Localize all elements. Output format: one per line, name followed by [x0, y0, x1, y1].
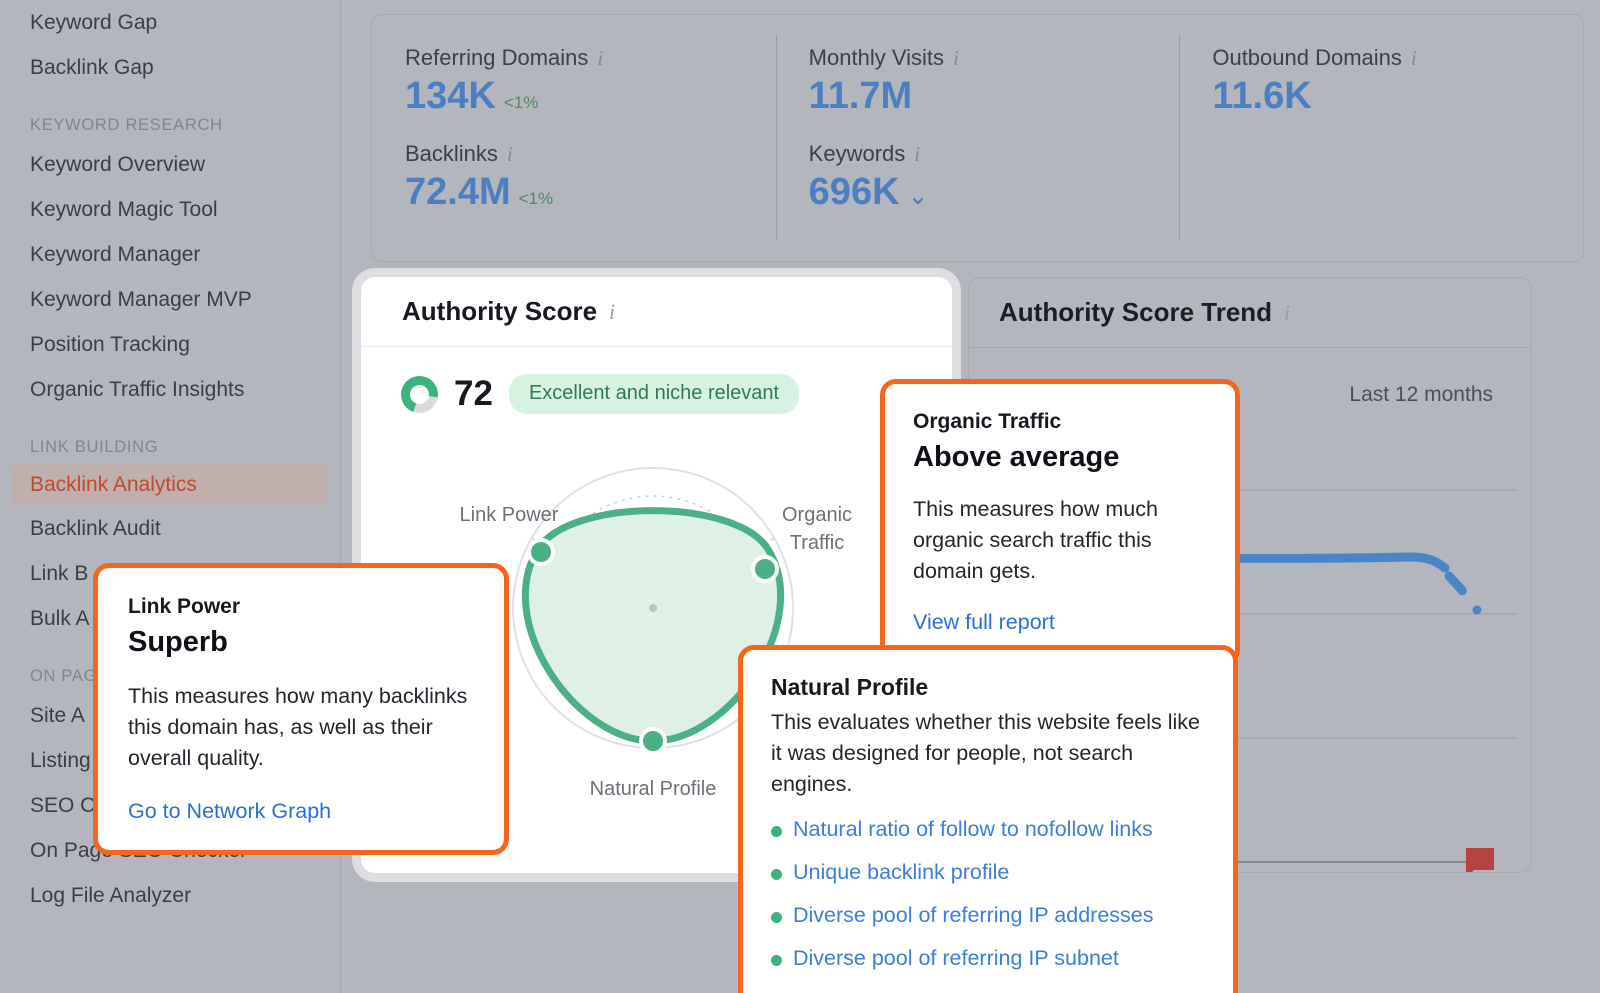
- stat-value: 696K ⌄: [809, 169, 1180, 215]
- callout-body: This evaluates whether this website feel…: [771, 707, 1205, 801]
- bullet-dot-icon: [771, 955, 782, 966]
- bullet-dot-icon: [771, 826, 782, 837]
- callout-checklist: Natural ratio of follow to nofollow link…: [771, 817, 1205, 971]
- trend-title: Authority Score Trend: [999, 297, 1272, 328]
- stat-block: Outbound Domains i 11.6K: [1212, 45, 1583, 119]
- stat-value: 72.4M <1%: [405, 169, 776, 215]
- stat-label-text: Backlinks: [405, 141, 498, 167]
- info-icon[interactable]: i: [1284, 300, 1290, 326]
- stat-delta: <1%: [519, 189, 554, 210]
- stat-label-text: Referring Domains: [405, 45, 588, 71]
- sidebar-item-backlink-audit[interactable]: Backlink Audit: [0, 506, 340, 551]
- stat-block: Backlinks i72.4M <1%: [405, 141, 776, 215]
- stat-block: Referring Domains i 134K <1%: [405, 45, 776, 119]
- sidebar-section-header: LINK BUILDING: [0, 430, 340, 464]
- callout-body: This measures how much organic search tr…: [913, 494, 1207, 588]
- radar-axis-label-link-power: Link Power: [454, 501, 564, 529]
- bullet-dot-icon: [771, 869, 782, 880]
- list-item[interactable]: Unique backlink profile: [771, 860, 1205, 885]
- stat-delta: <1%: [504, 93, 539, 114]
- bullet-dot-icon: [771, 912, 782, 923]
- sidebar-section-header: KEYWORD RESEARCH: [0, 108, 340, 142]
- page-title: Authority Score: [402, 296, 597, 327]
- callout-link-view-full-report[interactable]: View full report: [913, 610, 1207, 635]
- stat-label: Monthly Visits i: [809, 45, 1180, 71]
- callout-title: Above average: [913, 441, 1207, 474]
- stat-label: Backlinks i: [405, 141, 776, 167]
- trend-header: Authority Score Trend i: [969, 278, 1531, 348]
- radar-axis-label-organic-traffic: Organic Traffic: [759, 501, 875, 558]
- stat-label: Referring Domains i: [405, 45, 776, 71]
- stat-label: Outbound Domains i: [1212, 45, 1583, 71]
- stat-label-text: Monthly Visits: [809, 45, 944, 71]
- stat-label-text: Outbound Domains: [1212, 45, 1402, 71]
- info-icon[interactable]: i: [597, 46, 603, 71]
- sidebar-item-keyword-overview[interactable]: Keyword Overview: [0, 142, 340, 187]
- sidebar-item-backlink-analytics[interactable]: Backlink Analytics: [12, 464, 326, 506]
- trend-period-label: Last 12 months: [1349, 383, 1493, 407]
- info-icon[interactable]: i: [609, 299, 615, 325]
- sidebar-item-keyword-magic-tool[interactable]: Keyword Magic Tool: [0, 187, 340, 232]
- info-icon[interactable]: i: [1411, 46, 1417, 71]
- stat-value: 134K <1%: [405, 73, 776, 119]
- stat-block: Monthly Visits i 11.7M: [809, 45, 1180, 119]
- stat-label-text: Keywords: [809, 141, 906, 167]
- list-item-label: Diverse pool of referring IP subnet: [793, 946, 1119, 971]
- stat-column: Referring Domainsi134K<1%Backlinksi72.4M…: [372, 15, 776, 261]
- stat-value: 11.7M: [809, 73, 1180, 119]
- list-item[interactable]: Natural ratio of follow to nofollow link…: [771, 817, 1205, 842]
- list-item[interactable]: Diverse pool of referring IP addresses: [771, 903, 1205, 928]
- callout-body: This measures how many backlinks this do…: [128, 681, 474, 775]
- callout-natural-profile: Natural Profile This evaluates whether t…: [738, 645, 1238, 993]
- sidebar-item-keyword-manager[interactable]: Keyword Manager: [0, 232, 340, 277]
- list-item-label: Unique backlink profile: [793, 860, 1009, 885]
- list-item-label: Natural ratio of follow to nofollow link…: [793, 817, 1153, 842]
- callout-kicker: Organic Traffic: [913, 410, 1207, 434]
- info-icon[interactable]: i: [953, 46, 959, 71]
- sidebar-item-position-tracking[interactable]: Position Tracking: [0, 322, 340, 367]
- stat-value-text: 134K: [405, 73, 496, 119]
- stat-label: Keywords i: [809, 141, 1180, 167]
- callout-kicker: Natural Profile: [771, 674, 1205, 701]
- stat-column: Outbound Domains i 11.6K: [1179, 15, 1583, 261]
- sidebar-item-organic-traffic-insights[interactable]: Organic Traffic Insights: [0, 367, 340, 412]
- callout-link-power: Link Power Superb This measures how many…: [93, 563, 509, 855]
- sidebar-item-keyword-gap[interactable]: Keyword Gap: [0, 0, 340, 45]
- sidebar-item-backlink-gap[interactable]: Backlink Gap: [0, 45, 340, 90]
- authority-score-row: 72 Excellent and niche relevant: [361, 347, 952, 414]
- chevron-down-icon[interactable]: ⌄: [908, 181, 929, 212]
- callout-link-network-graph[interactable]: Go to Network Graph: [128, 799, 474, 824]
- sidebar-item-log-file-analyzer[interactable]: Log File Analyzer: [0, 873, 340, 918]
- stat-value-text: 72.4M: [405, 169, 511, 215]
- info-icon[interactable]: i: [914, 142, 920, 167]
- summary-stats-bar: Referring Domainsi134K<1%Backlinksi72.4M…: [371, 14, 1584, 262]
- authority-score-header: Authority Score i: [361, 277, 952, 347]
- list-item-label: Diverse pool of referring IP addresses: [793, 903, 1154, 928]
- info-icon[interactable]: i: [507, 142, 513, 167]
- stat-block: Keywords i 696K ⌄: [809, 141, 1180, 215]
- sidebar-item-keyword-manager-mvp[interactable]: Keyword Manager MVP: [0, 277, 340, 322]
- stat-value: 11.6K: [1212, 73, 1583, 119]
- radar-axis-label-natural-profile: Natural Profile: [568, 775, 738, 803]
- callout-organic-traffic: Organic Traffic Above average This measu…: [880, 379, 1240, 666]
- stat-value-text: 11.6K: [1212, 73, 1311, 119]
- callout-kicker: Link Power: [128, 595, 474, 619]
- stat-column: Monthly Visitsi11.7MKeywordsi696K⌄: [776, 15, 1180, 261]
- stat-value-text: 11.7M: [809, 73, 913, 119]
- callout-title: Superb: [128, 626, 474, 659]
- stat-value-text: 696K: [809, 169, 900, 215]
- list-item[interactable]: Diverse pool of referring IP subnet: [771, 946, 1205, 971]
